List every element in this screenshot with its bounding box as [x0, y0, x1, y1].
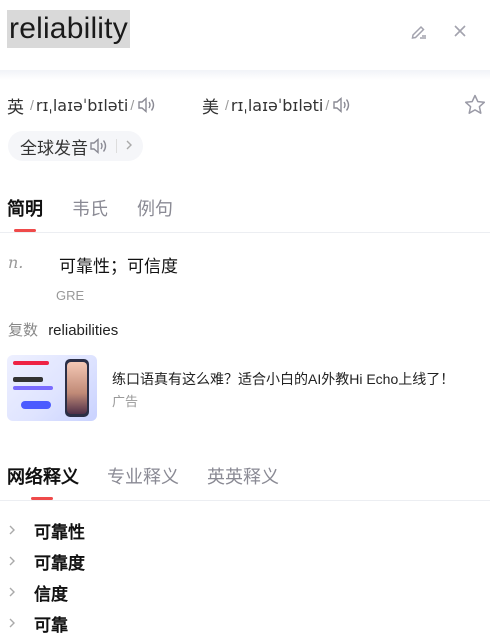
global-speaker-icon	[88, 136, 110, 156]
close-icon[interactable]	[449, 20, 471, 42]
list-item[interactable]: 可靠性	[8, 518, 85, 542]
secondary-tabs: 网络释义 专业释义 英英释义	[0, 464, 490, 501]
chevron-right-icon	[8, 617, 22, 629]
global-pronunciation-label: 全球发音	[20, 138, 88, 158]
tab-examples[interactable]: 例句	[137, 196, 173, 222]
chevron-right-icon	[125, 136, 133, 156]
tab-webster[interactable]: 韦氏	[72, 196, 108, 222]
plural-label: 复数	[8, 322, 39, 339]
ad-banner[interactable]: 练口语真有这么难？适合小白的AI外教Hi Echo上线了！ 广告	[7, 355, 487, 421]
plural-value[interactable]: reliabilities	[48, 322, 118, 339]
header-shadow	[0, 70, 490, 80]
tab-active-indicator	[14, 229, 36, 232]
us-speaker-icon[interactable]	[331, 95, 353, 115]
global-pronunciation-button[interactable]: 全球发音	[8, 131, 143, 161]
tab-web-definitions[interactable]: 网络释义	[7, 464, 79, 490]
list-item[interactable]: 信度	[8, 580, 68, 604]
list-item[interactable]: 可靠度	[8, 549, 85, 573]
definition-meaning: 可靠性；可信度	[59, 257, 178, 276]
chevron-right-icon	[8, 586, 22, 598]
edit-icon[interactable]	[408, 20, 430, 42]
uk-ipa: rɪˌlaɪəˈbɪləti	[35, 95, 129, 115]
uk-speaker-icon[interactable]	[136, 95, 158, 115]
header: reliability	[0, 0, 490, 70]
headword: reliability	[7, 10, 130, 48]
list-item[interactable]: 可靠	[8, 611, 68, 635]
primary-tabs: 简明 韦氏 例句	[0, 196, 490, 233]
tab2-active-indicator	[31, 497, 53, 500]
exam-tag: GRE	[56, 288, 85, 303]
tab-professional[interactable]: 专业释义	[107, 464, 179, 490]
uk-phonetic: 英 / rɪˌlaɪəˈbɪləti /	[7, 92, 158, 118]
favorite-star-icon[interactable]	[463, 93, 487, 117]
chevron-right-icon	[8, 524, 22, 536]
ad-label: 广告	[112, 394, 139, 409]
plural-form: 复数 reliabilities	[8, 319, 118, 340]
part-of-speech: n.	[8, 253, 24, 272]
tab-english-english[interactable]: 英英释义	[207, 464, 279, 490]
ad-image	[7, 355, 97, 421]
ad-title: 练口语真有这么难？适合小白的AI外教Hi Echo上线了！	[112, 371, 455, 387]
tab-concise[interactable]: 简明	[7, 196, 43, 222]
us-label: 美	[202, 97, 219, 117]
us-phonetic: 美 / rɪˌlaɪəˈbɪləti /	[202, 92, 353, 118]
us-ipa: rɪˌlaɪəˈbɪləti	[230, 95, 324, 115]
chevron-right-icon	[8, 555, 22, 567]
phonetics-row: 英 / rɪˌlaɪəˈbɪləti / 美 / rɪˌlaɪəˈbɪləti …	[0, 92, 490, 118]
uk-label: 英	[7, 97, 24, 117]
